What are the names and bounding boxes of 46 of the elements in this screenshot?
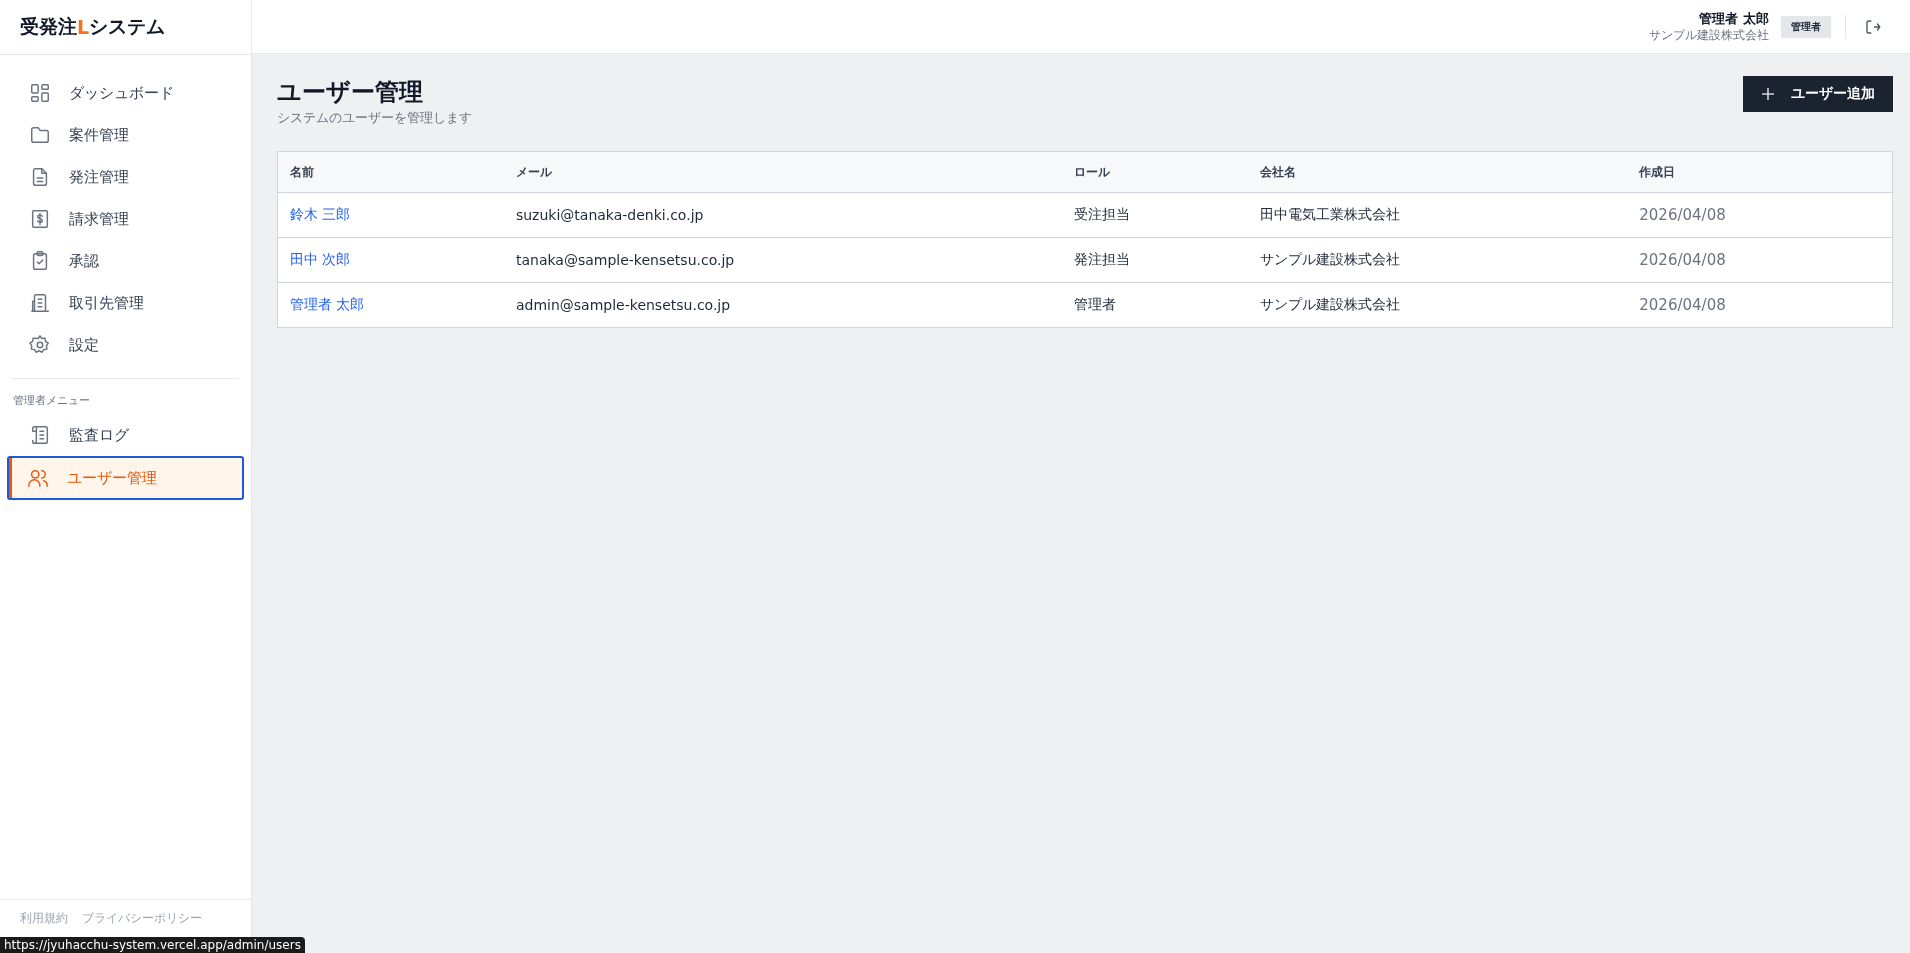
sidebar-item[interactable]: 設定	[7, 324, 244, 366]
dollar-document-icon	[29, 208, 51, 230]
settings-icon	[29, 334, 51, 356]
column-header: 会社名	[1248, 152, 1628, 193]
table-cell: tanaka@sample-kensetsu.co.jp	[503, 237, 1063, 283]
sidebar-item[interactable]: 監査ログ	[7, 414, 244, 456]
folder-icon	[29, 124, 51, 146]
building-icon	[29, 292, 51, 314]
user-name-link[interactable]: 管理者 太郎	[290, 296, 365, 312]
users-icon	[27, 467, 49, 489]
section-heading: 管理者メニュー	[12, 393, 91, 409]
sidebar-item[interactable]: 請求管理	[7, 198, 244, 240]
grid-icon	[29, 82, 51, 104]
table-cell: 発注担当	[1062, 237, 1248, 283]
user-name-link[interactable]: 鈴木 三郎	[290, 206, 351, 222]
sidebar-item[interactable]: 取引先管理	[7, 282, 244, 324]
sidebar-item[interactable]: 承認	[7, 240, 244, 282]
sidebar-item[interactable]: ダッシュボード	[7, 72, 244, 114]
page-title: ユーザー管理	[277, 77, 424, 108]
column-header: メール	[503, 152, 1063, 193]
table-cell: サンプル建設株式会社	[1248, 237, 1628, 283]
table-cell: 田中電気工業株式会社	[1248, 192, 1628, 238]
table-cell: 2026/04/08	[1627, 192, 1892, 238]
column-header: 作成日	[1627, 152, 1892, 193]
table-cell: 管理者	[1062, 282, 1248, 327]
user-name: 管理者 太郎	[1698, 9, 1769, 27]
table-cell: 2026/04/08	[1627, 282, 1892, 327]
sidebar-item[interactable]: 案件管理	[7, 114, 244, 156]
table-cell: admin@sample-kensetsu.co.jp	[503, 282, 1063, 327]
user-name-link[interactable]: 田中 次郎	[290, 251, 351, 267]
add-user-button[interactable]: ユーザー追加	[1743, 76, 1893, 112]
page-subtitle: システムのユーザーを管理します	[277, 109, 472, 127]
role-badge: 管理者	[1781, 15, 1831, 38]
scroll-icon	[29, 424, 51, 446]
company-name: サンプル建設株式会社	[1649, 26, 1769, 44]
table-cell: 受注担当	[1062, 192, 1248, 238]
column-header: 名前	[278, 152, 504, 193]
table-cell: サンプル建設株式会社	[1248, 282, 1628, 327]
app-logo: 受発注Lシステム	[0, 0, 251, 55]
plus-icon	[1761, 87, 1775, 101]
column-header: ロール	[1062, 152, 1248, 193]
table-cell: suzuki@tanaka-denki.co.jp	[503, 192, 1063, 238]
sidebar-item[interactable]: 発注管理	[7, 156, 244, 198]
status-url: https://jyuhacchu-system.vercel.app/admin/users	[0, 937, 305, 953]
logout-icon	[1864, 17, 1882, 36]
table-cell: 2026/04/08	[1627, 237, 1892, 283]
